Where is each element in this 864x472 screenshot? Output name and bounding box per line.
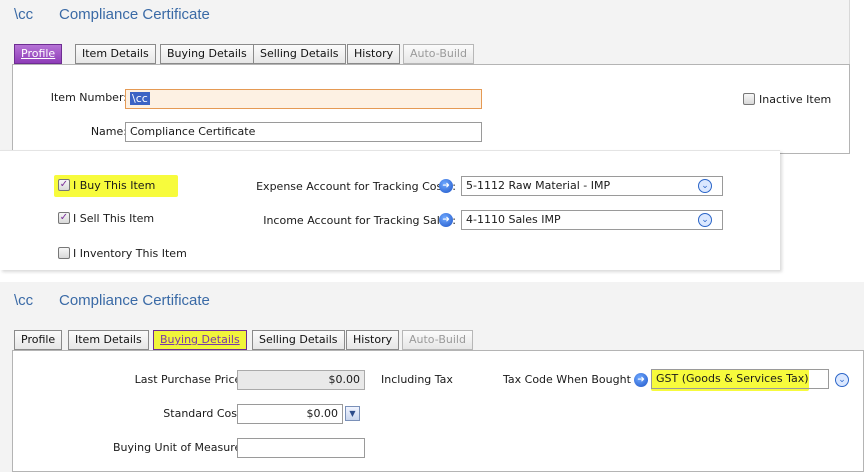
tax-code-chevron-down-icon[interactable]: ⌄ <box>835 373 849 387</box>
buying-details-window: \cc Compliance Certificate Profile Item … <box>0 282 864 472</box>
name-label: Name: <box>90 125 127 138</box>
item-code-title: \cc <box>14 292 34 309</box>
item-profile-window: \cc Compliance Certificate Profile Item … <box>0 0 850 154</box>
tab-history[interactable]: History <box>347 44 401 64</box>
tab-item-details[interactable]: Item Details <box>68 330 149 350</box>
tab-auto-build: Auto-Build <box>403 44 474 64</box>
item-number-field[interactable]: \cc <box>125 89 482 109</box>
expense-chevron-down-icon[interactable]: ⌄ <box>698 179 712 193</box>
item-code-title: \cc <box>14 6 34 23</box>
income-chevron-down-icon[interactable]: ⌄ <box>698 213 712 227</box>
expense-account-arrow-icon[interactable]: ➜ <box>439 179 453 193</box>
buying-unit-field[interactable] <box>237 438 365 458</box>
income-account-label: Income Account for Tracking Sales: <box>263 214 456 227</box>
buy-sell-options-panel: ✓ I Buy This Item ✓ I Sell This Item I I… <box>0 150 780 270</box>
expense-account-field[interactable]: 5-1112 Raw Material - IMP <box>461 176 723 196</box>
tab-item-details[interactable]: Item Details <box>75 44 156 64</box>
including-tax-label: Including Tax <box>381 373 453 386</box>
tax-code-arrow-icon[interactable]: ➜ <box>634 373 648 387</box>
inactive-item-label: Inactive Item <box>759 93 832 106</box>
tab-buying-details[interactable]: Buying Details <box>160 44 254 64</box>
item-name-title: Compliance Certificate <box>59 6 210 23</box>
last-purchase-price-field: $0.00 <box>237 370 365 390</box>
inactive-item-checkbox[interactable] <box>743 93 755 105</box>
standard-cost-dropdown-icon[interactable]: ▼ <box>345 406 360 421</box>
last-purchase-price-label: Last Purchase Price: <box>134 373 245 386</box>
income-account-arrow-icon[interactable]: ➜ <box>439 213 453 227</box>
sell-item-checkbox[interactable]: ✓ <box>58 212 70 224</box>
buying-details-content: Last Purchase Price: $0.00 Including Tax… <box>12 350 864 472</box>
buy-item-label: I Buy This Item <box>73 179 156 192</box>
tax-code-field[interactable]: GST (Goods & Services Tax) <box>651 369 829 389</box>
item-number-label: Item Number: <box>50 91 127 104</box>
inventory-item-label: I Inventory This Item <box>73 247 187 260</box>
tab-profile[interactable]: Profile <box>14 330 63 350</box>
tab-buying-details[interactable]: Buying Details <box>153 330 247 350</box>
inventory-item-checkbox[interactable] <box>58 247 70 259</box>
tab-history[interactable]: History <box>346 330 400 350</box>
name-field[interactable]: Compliance Certificate <box>125 122 482 142</box>
tab-profile[interactable]: Profile <box>14 44 63 64</box>
buy-item-checkbox[interactable]: ✓ <box>58 179 70 191</box>
tab-selling-details[interactable]: Selling Details <box>253 44 346 64</box>
standard-cost-label: Standard Cost: <box>163 407 245 420</box>
item-name-title: Compliance Certificate <box>59 292 210 309</box>
profile-content: Item Number: \cc Name: Compliance Certif… <box>12 64 850 154</box>
sell-item-label: I Sell This Item <box>73 212 155 225</box>
standard-cost-field[interactable]: $0.00 <box>237 404 343 424</box>
buying-unit-label: Buying Unit of Measure: <box>113 441 245 454</box>
income-account-field[interactable]: 4-1110 Sales IMP <box>461 210 723 230</box>
tab-auto-build: Auto-Build <box>402 330 473 350</box>
tab-selling-details[interactable]: Selling Details <box>252 330 345 350</box>
tax-code-label: Tax Code When Bought <box>503 373 631 386</box>
expense-account-label: Expense Account for Tracking Costs: <box>256 180 456 193</box>
